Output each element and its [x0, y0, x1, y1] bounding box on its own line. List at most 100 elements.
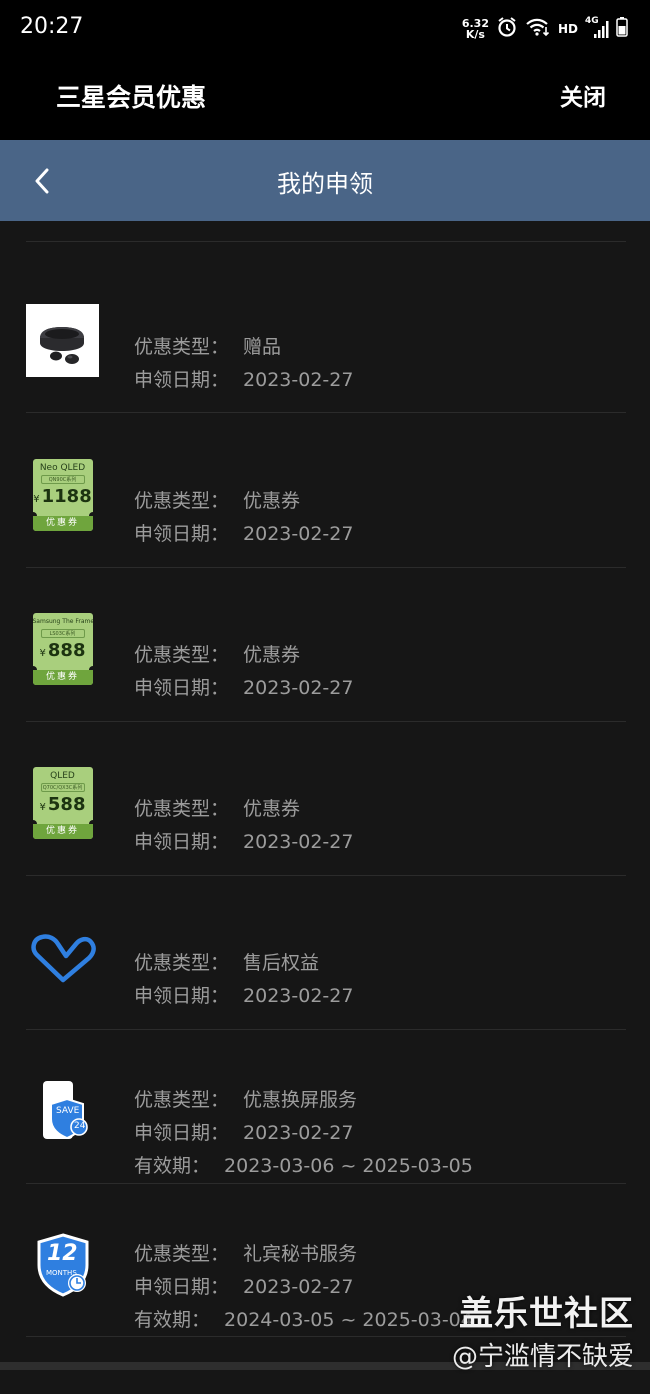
type-value: 礼宾秘书服务 [243, 1243, 358, 1265]
date-value: 2023-02-27 [243, 831, 354, 853]
wifi-icon [525, 17, 551, 41]
watermark-user: @宁滥情不缺爱 [451, 1342, 634, 1372]
list-item[interactable]: 优惠类型： 赠品 申领日期： 2023-02-27 [0, 242, 650, 413]
save-badge-number: 24 [74, 1121, 86, 1131]
screen-save-icon: SAVE 24 [26, 1074, 99, 1147]
date-row: 申领日期： 2023-02-27 [134, 827, 353, 854]
type-row: 优惠类型： 优惠券 [134, 486, 300, 513]
coupon-card: Neo QLED QN90C系列 ¥1188 优惠券 [32, 458, 93, 531]
validity-row: 有效期： 2023-03-06 ~ 2025-03-05 [134, 1151, 473, 1178]
earbuds-image [26, 304, 99, 377]
date-label: 申领日期： [134, 677, 230, 699]
type-row: 优惠类型： 优惠换屏服务 [134, 1085, 357, 1112]
close-button[interactable]: 关闭 [560, 78, 606, 112]
date-row: 申领日期： 2023-02-27 [134, 365, 353, 392]
coupon-card: Samsung The Frame LS03C系列 ¥888 优惠券 [32, 612, 93, 685]
validity-row: 有效期： 2024-03-05 ~ 2025-03-04 [134, 1305, 473, 1332]
alarm-icon [496, 16, 518, 42]
validity-value: 2024-03-05 ~ 2025-03-04 [224, 1309, 473, 1331]
coupon-amount-value: 1188 [41, 485, 92, 507]
coupon-amount: ¥888 [33, 640, 93, 661]
coupon-image: Neo QLED QN90C系列 ¥1188 优惠券 [26, 458, 99, 531]
type-label: 优惠类型： [134, 1243, 230, 1265]
coupon-footer: 优惠券 [32, 669, 93, 685]
type-value: 优惠券 [243, 490, 301, 512]
date-label: 申领日期： [134, 523, 230, 545]
coupon-series: Q70C/QX3C系列 [40, 782, 85, 792]
app-bar: 三星会员优惠 关闭 [0, 58, 650, 140]
validity-value: 2023-03-06 ~ 2025-03-05 [224, 1155, 473, 1177]
coupon-amount-value: 888 [47, 639, 86, 661]
coupon-name: Neo QLED [39, 462, 86, 473]
network-speed: 6.32 K/s [462, 18, 489, 40]
status-bar: 20:27 6.32 K/s HD 4G [0, 0, 650, 58]
date-value: 2023-02-27 [243, 677, 354, 699]
date-value: 2023-02-27 [243, 1276, 354, 1298]
date-row: 申领日期： 2023-02-27 [134, 981, 353, 1008]
hd-indicator: HD [557, 22, 578, 36]
coupon-image: Samsung The Frame LS03C系列 ¥888 优惠券 [26, 612, 99, 685]
type-value: 优惠换屏服务 [243, 1089, 358, 1111]
date-value: 2023-02-27 [243, 369, 354, 391]
type-label: 优惠类型： [134, 490, 230, 512]
date-row: 申领日期： 2023-02-27 [134, 519, 353, 546]
status-icons: 6.32 K/s HD 4G [462, 14, 628, 44]
validity-label: 有效期： [134, 1309, 211, 1331]
type-label: 优惠类型： [134, 1089, 230, 1111]
coupon-footer: 优惠券 [32, 515, 93, 531]
divider [26, 875, 626, 876]
save-badge-text: SAVE [56, 1106, 80, 1116]
months-number: 12 [47, 1241, 78, 1266]
battery-icon [616, 16, 628, 42]
list-item[interactable]: 优惠类型： 售后权益 申领日期： 2023-02-27 [0, 875, 650, 1029]
date-label: 申领日期： [134, 831, 230, 853]
date-value: 2023-02-27 [243, 1122, 354, 1144]
type-label: 优惠类型： [134, 336, 230, 358]
list-item[interactable]: Samsung The Frame LS03C系列 ¥888 优惠券 优惠类型：… [0, 567, 650, 721]
date-row: 申领日期： 2023-02-27 [134, 673, 353, 700]
date-label: 申领日期： [134, 985, 230, 1007]
type-label: 优惠类型： [134, 798, 230, 820]
nav-bar: 我的申领 [0, 140, 650, 221]
date-label: 申领日期： [134, 1276, 230, 1298]
app-title: 三星会员优惠 [56, 83, 207, 112]
validity-label: 有效期： [134, 1155, 211, 1177]
coupon-series: LS03C系列 [40, 628, 85, 638]
date-label: 申领日期： [134, 1122, 230, 1144]
coupon-amount-value: 588 [47, 793, 86, 815]
type-value: 优惠券 [243, 798, 301, 820]
coupon-image: QLED Q70C/QX3C系列 ¥588 优惠券 [26, 766, 99, 839]
coupon-amount: ¥1188 [33, 486, 93, 507]
list-item[interactable]: QLED Q70C/QX3C系列 ¥588 优惠券 优惠类型： 优惠券 申领日期：… [0, 721, 650, 875]
type-row: 优惠类型： 礼宾秘书服务 [134, 1239, 357, 1266]
claim-list: 优惠类型： 赠品 申领日期： 2023-02-27 Neo QLED QN90C系列… [0, 221, 650, 1394]
divider [26, 1183, 626, 1184]
months-label: MONTHS [46, 1269, 77, 1277]
type-row: 优惠类型： 优惠券 [134, 640, 300, 667]
list-item[interactable]: Neo QLED QN90C系列 ¥1188 优惠券 优惠类型： 优惠券 申领日期… [0, 413, 650, 567]
type-row: 优惠类型： 赠品 [134, 332, 281, 359]
list-item[interactable]: SAVE 24 优惠类型： 优惠换屏服务 申领日期： 2023-02-27 有效期：… [0, 1029, 650, 1183]
date-label: 申领日期： [134, 369, 230, 391]
divider [26, 1029, 626, 1030]
coupon-card: QLED Q70C/QX3C系列 ¥588 优惠券 [32, 766, 93, 839]
divider [26, 567, 626, 568]
type-label: 优惠类型： [134, 644, 230, 666]
yen-icon: ¥ [33, 493, 40, 505]
coupon-footer: 优惠券 [32, 823, 93, 839]
coupon-name: QLED [50, 770, 75, 781]
status-time: 20:27 [20, 14, 84, 39]
date-row: 申领日期： 2023-02-27 [134, 1118, 353, 1145]
type-value: 优惠券 [243, 644, 301, 666]
type-label: 优惠类型： [134, 952, 230, 974]
concierge-12-months-icon: 12 MONTHS [26, 1228, 99, 1301]
type-row: 优惠类型： 售后权益 [134, 948, 319, 975]
watermark-community: 盖乐世社区 [459, 1294, 634, 1334]
type-value: 售后权益 [243, 952, 320, 974]
date-value: 2023-02-27 [243, 985, 354, 1007]
date-row: 申领日期： 2023-02-27 [134, 1272, 353, 1299]
coupon-series: QN90C系列 [40, 474, 85, 484]
divider [26, 721, 626, 722]
page-title: 我的申领 [277, 170, 373, 198]
type-value: 赠品 [243, 336, 282, 358]
